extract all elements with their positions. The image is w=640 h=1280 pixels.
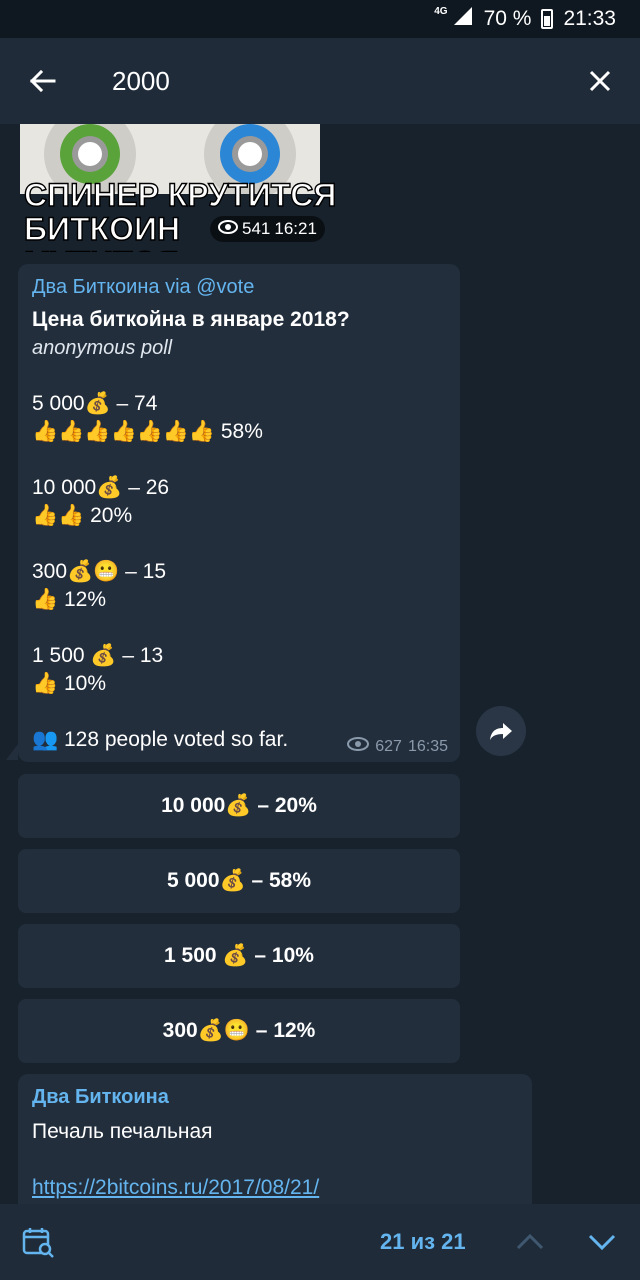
message-link[interactable]: https://2bitcoins.ru/2017/08/21/ — [32, 1174, 518, 1202]
battery-icon — [541, 9, 554, 29]
search-navigation-bar: 21 из 21 — [0, 1204, 640, 1280]
poll-option-label: 5 000💰 – 74 — [32, 392, 158, 415]
author-name[interactable]: Два Биткоина — [32, 276, 160, 298]
calendar-search-button[interactable] — [0, 1204, 76, 1280]
status-bar: 4G 70 % 21:33 — [0, 0, 640, 38]
poll-option-bar: 👍👍👍👍👍👍👍 58% — [32, 420, 263, 443]
search-toolbar — [0, 38, 640, 124]
message-feed[interactable]: СПИНЕР КРУТИТСЯ БИТКОИН МУТИТСЯ 541 16:2… — [0, 124, 640, 1204]
poll-option-label: 1 500 💰 – 13 — [32, 644, 164, 667]
poll-message[interactable]: Два Биткоина via @vote Цена биткойна в я… — [18, 264, 460, 762]
bubble-tail — [6, 744, 18, 760]
author-name[interactable]: Два Биткоина — [32, 1084, 518, 1110]
poll-option: 10 000💰 – 26 👍👍 20% — [32, 474, 446, 530]
poll-option-bar: 👍👍 20% — [32, 504, 133, 527]
chevron-up-icon — [516, 1234, 544, 1250]
poll-option-label: 300💰😬 – 15 — [32, 560, 167, 583]
poll-vote-button[interactable]: 10 000💰 – 20% — [18, 774, 460, 838]
poll-vote-button[interactable]: 1 500 💰 – 10% — [18, 924, 460, 988]
signal-icon — [452, 5, 474, 33]
search-input[interactable] — [84, 51, 560, 111]
back-button[interactable] — [0, 38, 84, 124]
close-icon — [589, 70, 611, 92]
poll-option-label: 10 000💰 – 26 — [32, 476, 170, 499]
calendar-search-icon — [22, 1228, 54, 1258]
arrow-left-icon — [29, 69, 56, 93]
share-button[interactable] — [476, 706, 526, 756]
message-views: 627 — [375, 737, 402, 755]
status-right: 4G 70 % 21:33 — [434, 5, 616, 33]
text-message[interactable]: Два Биткоина Печаль печальная https://2b… — [18, 1074, 532, 1204]
eye-icon — [347, 737, 370, 756]
poll-vote-button[interactable]: 5 000💰 – 58% — [18, 849, 460, 913]
sticker-time: 16:21 — [274, 219, 317, 238]
poll-option: 5 000💰 – 74 👍👍👍👍👍👍👍 58% — [32, 390, 446, 446]
next-result-button[interactable] — [578, 1218, 626, 1266]
search-result-counter: 21 из 21 — [380, 1229, 466, 1254]
poll-vote-button[interactable]: 300💰😬 – 12% — [18, 999, 460, 1063]
message-meta: 627 16:35 — [347, 737, 448, 756]
share-arrow-icon — [490, 723, 512, 740]
via-bot[interactable]: via @vote — [165, 276, 254, 298]
message-time: 16:35 — [407, 737, 448, 755]
moon-icon — [30, 5, 48, 33]
poll-option: 1 500 💰 – 13 👍 10% — [32, 642, 446, 698]
sticker-meta: 541 16:21 — [210, 216, 325, 242]
battery-percent: 70 % — [483, 7, 532, 30]
poll-option-bar: 👍 10% — [32, 672, 107, 695]
eye-icon — [218, 219, 238, 239]
poll-type: anonymous poll — [32, 337, 173, 359]
clock: 21:33 — [563, 7, 616, 30]
sticker-views: 541 — [242, 219, 271, 238]
close-search-button[interactable] — [560, 38, 640, 124]
network-label: 4G — [434, 5, 448, 17]
previous-result-button[interactable] — [506, 1218, 554, 1266]
poll-question: Цена биткойна в январе 2018? — [32, 308, 350, 331]
poll-option-bar: 👍 12% — [32, 588, 107, 611]
sticker-message[interactable]: СПИНЕР КРУТИТСЯ БИТКОИН МУТИТСЯ 541 16:2… — [20, 124, 342, 252]
message-text: Печаль печальная — [32, 1120, 213, 1143]
message-author-line: Два Биткоина via @vote — [32, 274, 446, 300]
chevron-down-icon — [588, 1234, 616, 1250]
poll-option: 300💰😬 – 15 👍 12% — [32, 558, 446, 614]
